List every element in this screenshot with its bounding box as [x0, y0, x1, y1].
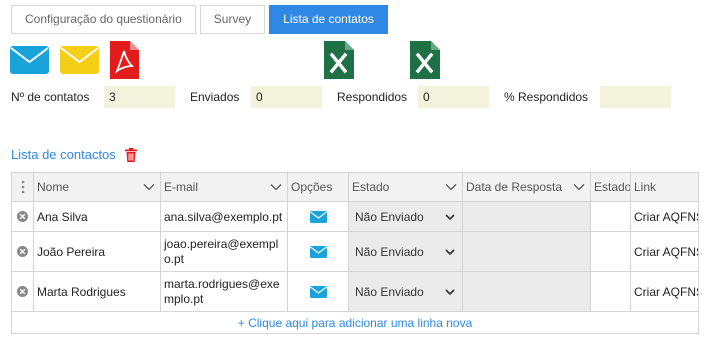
contact-list-heading: Lista de contactos [11, 147, 137, 162]
create-link[interactable]: Criar AQFNS [630, 231, 699, 272]
remove-row-cell[interactable] [11, 231, 34, 272]
responded-pct-label: % Respondidos [504, 90, 589, 104]
excel-icon[interactable] [410, 41, 440, 79]
cell-estado-select[interactable]: Não Enviado [348, 271, 463, 312]
chevron-down-icon [143, 184, 155, 191]
table-header-row: Nome E-mail Opções Estado Data de Respos… [11, 172, 699, 202]
cell-nome[interactable]: Ana Silva [33, 201, 161, 232]
column-header-estado[interactable]: Estado [348, 172, 463, 202]
cell-estado-select[interactable]: Não Enviado [348, 201, 463, 232]
cell-data-resposta [462, 231, 591, 272]
create-link[interactable]: Criar AQFNS [630, 271, 699, 312]
cell-email[interactable]: marta.rodrigues@exemplo.pt [160, 271, 288, 312]
cell-email[interactable]: joao.pereira@exemplo.pt [160, 231, 288, 272]
tab-questionnaire-config[interactable]: Configuração do questionário [11, 5, 196, 34]
chevron-down-icon [573, 184, 585, 191]
contacts-count-value: 3 [104, 86, 175, 108]
cell-opcoes[interactable] [287, 231, 349, 272]
create-link[interactable]: Criar AQFNS [630, 201, 699, 232]
chevron-down-icon [270, 184, 282, 191]
tab-bar: Configuração do questionário Survey List… [11, 5, 392, 34]
send-email-icon[interactable] [309, 245, 327, 258]
cell-data-resposta [462, 271, 591, 312]
section-title: Lista de contactos [11, 147, 116, 162]
responded-pct-value [600, 86, 671, 108]
table-row: Marta Rodrigues marta.rodrigues@exemplo.… [11, 271, 699, 312]
send-email-icon[interactable] [309, 210, 327, 223]
add-row: + Clique aqui para adicionar uma linha n… [11, 311, 699, 334]
chevron-down-icon [445, 248, 455, 255]
remove-row-cell[interactable] [11, 201, 34, 232]
column-header-data-resposta[interactable]: Data de Resposta [462, 172, 591, 202]
cell-estado-2 [590, 271, 631, 312]
remove-row-icon[interactable] [17, 211, 28, 222]
remove-row-icon[interactable] [17, 246, 28, 257]
responded-label: Respondidos [337, 90, 408, 104]
add-row-link[interactable]: + Clique aqui para adicionar uma linha n… [11, 311, 699, 334]
cell-nome[interactable]: Marta Rodrigues [33, 271, 161, 312]
cell-estado-select[interactable]: Não Enviado [348, 231, 463, 272]
chevron-down-icon [445, 288, 455, 295]
tab-survey[interactable]: Survey [199, 5, 266, 34]
column-header-email[interactable]: E-mail [160, 172, 288, 202]
cell-email[interactable]: ana.silva@exemplo.pt [160, 201, 288, 232]
chevron-down-icon [445, 184, 457, 191]
remove-row-icon[interactable] [17, 286, 28, 297]
table-row: João Pereira joao.pereira@exemplo.pt Não… [11, 231, 699, 272]
vertical-dots-icon [21, 180, 24, 194]
tab-contact-list[interactable]: Lista de contatos [269, 5, 388, 34]
sent-label: Enviados [190, 90, 240, 104]
contacts-count-label: Nº de contatos [11, 90, 90, 104]
column-header-opcoes[interactable]: Opções [287, 172, 349, 202]
responded-value: 0 [418, 86, 489, 108]
contacts-table: Nome E-mail Opções Estado Data de Respos… [11, 172, 699, 334]
send-email-icon[interactable] [309, 285, 327, 298]
envelope-icon[interactable] [60, 46, 99, 74]
cell-estado-2 [590, 201, 631, 232]
remove-row-cell[interactable] [11, 271, 34, 312]
envelope-icon[interactable] [10, 46, 49, 74]
pdf-icon[interactable] [110, 41, 139, 79]
row-menu-header[interactable] [11, 172, 34, 202]
column-header-estado-2[interactable]: Estado [590, 172, 631, 202]
stats-bar: Nº de contatos 3 Enviados 0 Respondidos … [0, 86, 709, 108]
trash-icon[interactable] [124, 147, 137, 162]
cell-opcoes[interactable] [287, 201, 349, 232]
column-header-link[interactable]: Link [630, 172, 699, 202]
cell-estado-2 [590, 231, 631, 272]
sent-value: 0 [251, 86, 322, 108]
chevron-down-icon [445, 213, 455, 220]
column-header-nome[interactable]: Nome [33, 172, 161, 202]
excel-icon[interactable] [324, 41, 354, 79]
cell-nome[interactable]: João Pereira [33, 231, 161, 272]
cell-opcoes[interactable] [287, 271, 349, 312]
table-row: Ana Silva ana.silva@exemplo.pt Não Envia… [11, 201, 699, 232]
cell-data-resposta [462, 201, 591, 232]
